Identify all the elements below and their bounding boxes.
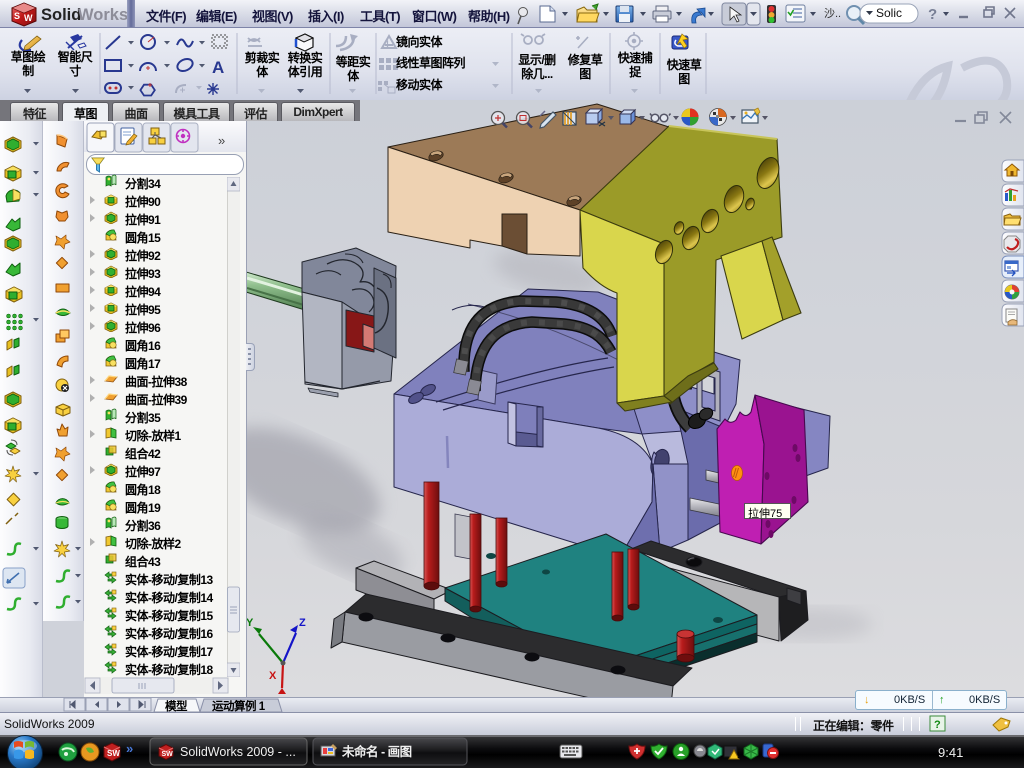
svg-text:»: » (218, 133, 225, 148)
svg-text:9:41: 9:41 (938, 745, 963, 760)
svg-text:沙..: 沙.. (824, 7, 841, 20)
svg-text:?: ? (934, 719, 941, 731)
svg-text:!: ! (386, 39, 389, 49)
svg-text:SW: SW (162, 751, 174, 758)
svg-text:»: » (126, 741, 133, 756)
svg-text:未命名 - 画图: 未命名 - 画图 (341, 744, 412, 759)
svg-text:SolidWorks 2009 - ...: SolidWorks 2009 - ... (180, 745, 296, 759)
svg-text:Z: Z (299, 617, 306, 629)
svg-text:X: X (269, 670, 277, 682)
svg-text:Solic: Solic (876, 6, 902, 20)
svg-text:?: ? (928, 6, 937, 23)
svg-text:A: A (212, 58, 224, 77)
svg-text:SW: SW (107, 749, 120, 758)
svg-text:!: ! (737, 751, 740, 760)
svg-text:Y: Y (247, 617, 254, 629)
